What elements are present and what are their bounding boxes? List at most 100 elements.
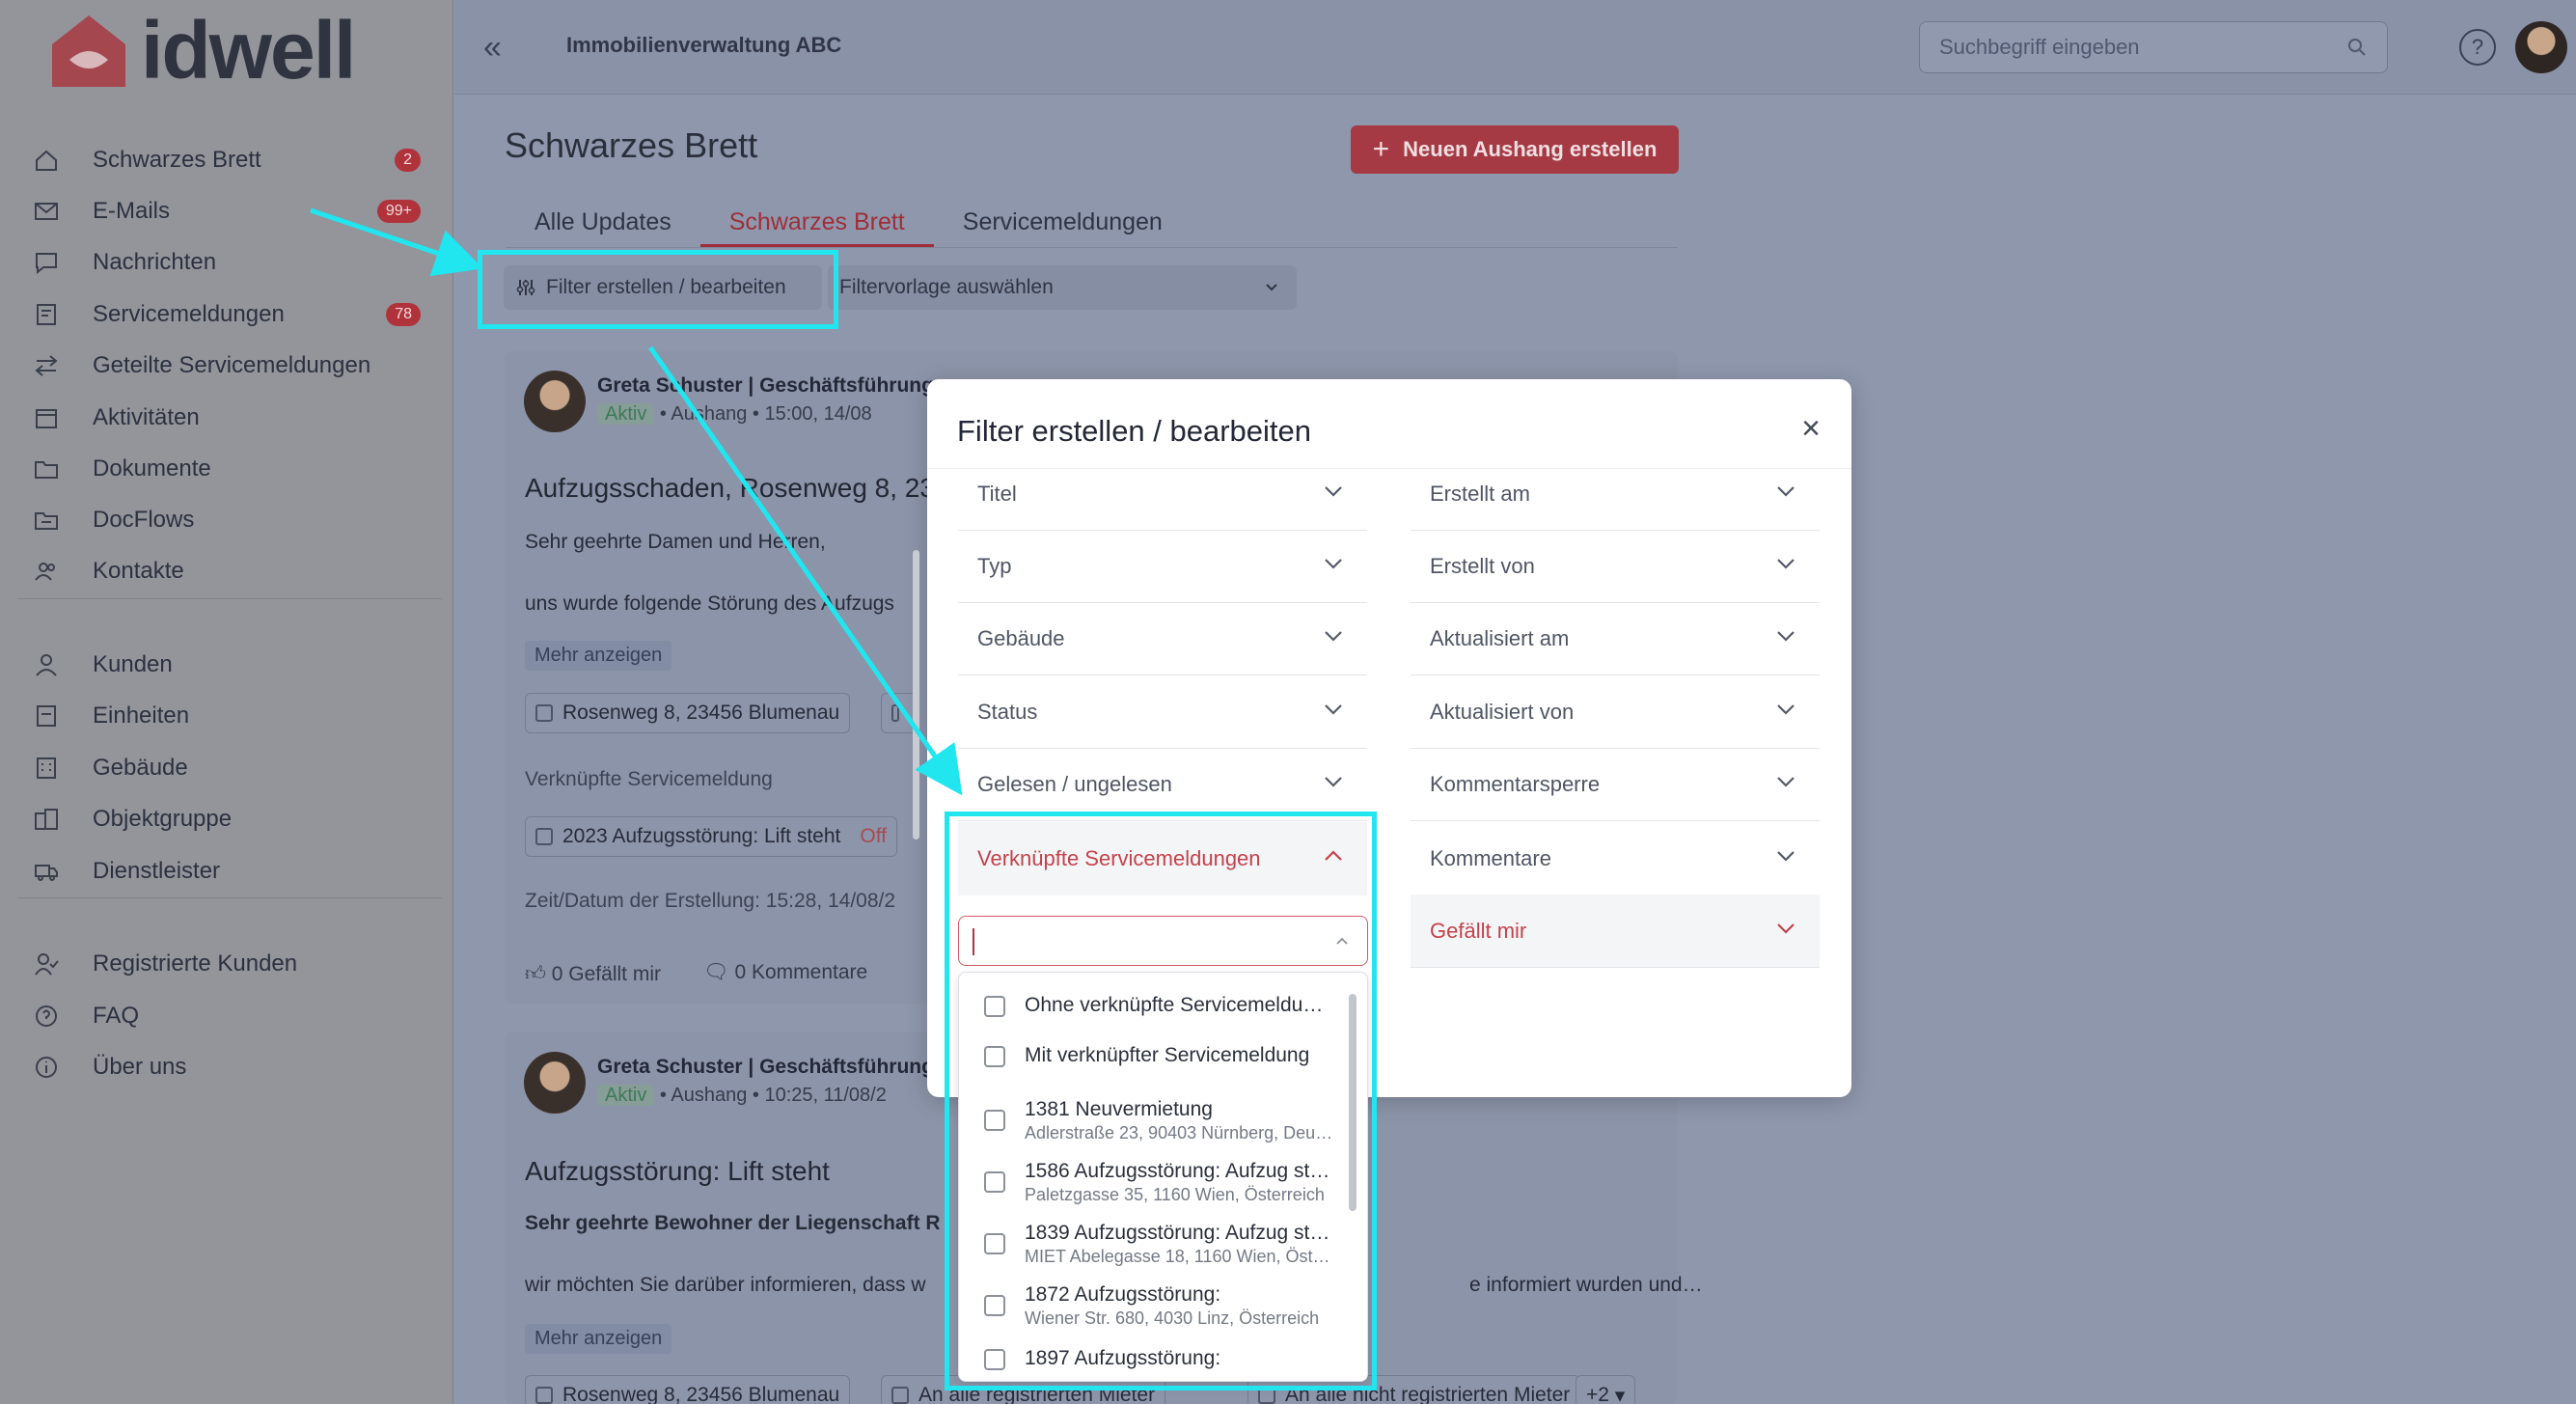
filter-row[interactable]: Kommentarsperre [1411,748,1820,821]
like-count: 0 Gefällt mir [551,963,661,985]
post-title[interactable]: Aufzugsschaden, Rosenweg 8, 23 [525,473,935,504]
sidebar-item-label: FAQ [93,1003,140,1029]
sidebar-item-gebäude[interactable]: Gebäude [29,747,434,789]
building-icon [535,704,553,722]
more-recipients-chip[interactable]: +2 ▾ [1576,1375,1636,1404]
service-report-icon [535,828,553,845]
building-icon [535,1387,553,1404]
sidebar-item-geteilte-servicemeldungen[interactable]: Geteilte Servicemeldungen [29,344,434,387]
post-text: e informiert wurden und… [1469,1274,1703,1296]
filter-row[interactable]: Erstellt von [1411,530,1820,603]
tabs: Alle Updates Schwarzes Brett Servicemeld… [506,203,1192,249]
post-title[interactable]: Aufzugsstörung: Lift steht [525,1156,830,1187]
help-icon[interactable]: ? [2459,29,2496,66]
sidebar-item-servicemeldungen[interactable]: Servicemeldungen 78 [29,293,434,336]
filter-row[interactable]: Gebäude [958,602,1367,675]
house-logo-icon [52,15,125,87]
filter-row[interactable]: Titel [958,457,1367,531]
filter-row[interactable]: Gelesen / ungelesen [958,748,1367,821]
post-type: Aushang [671,1085,748,1106]
brand-name: idwell [141,5,356,96]
sidebar-item-kontakte[interactable]: Kontakte [29,550,434,592]
close-icon[interactable]: × [1801,412,1821,445]
sidebar-item-über-uns[interactable]: Über uns [29,1046,434,1088]
org-name: Immobilienverwaltung ABC [566,33,842,57]
linked-service-chip[interactable]: 2023 Aufzugsstörung: Lift steht Off [525,816,897,857]
address-chip[interactable]: Rosenweg 8, 23456 Blumenau [525,1375,851,1404]
filter-label: Aktualisiert von [1430,699,1575,724]
user-icon [891,1387,909,1404]
address-label: Rosenweg 8, 23456 Blumenau [562,1384,840,1404]
filter-row[interactable]: Gefällt mir [1411,895,1820,968]
modal-title: Filter erstellen / bearbeiten [957,414,1312,448]
address-chip[interactable]: Rosenweg 8, 23456 Blumenau [525,693,851,733]
user-icon [891,704,899,722]
sidebar-divider [17,897,442,898]
linked-service-title: 2023 Aufzugsstörung: Lift steht [562,825,841,847]
user-avatar[interactable] [2515,21,2567,73]
sidebar-item-dienstleister[interactable]: Dienstleister [29,850,434,893]
sidebar-item-docflows[interactable]: DocFlows [29,499,434,541]
new-post-label: Neuen Aushang erstellen [1403,137,1658,161]
sidebar-item-registrierte-kunden[interactable]: Registrierte Kunden [29,943,434,985]
sidebar-item-faq[interactable]: FAQ [29,995,434,1037]
sidebar-item-objektgruppe[interactable]: Objektgruppe [29,798,434,840]
sidebar-item-aktivitäten[interactable]: Aktivitäten [29,397,434,439]
new-post-button[interactable]: + Neuen Aushang erstellen [1351,125,1679,174]
filter-label: Status [977,699,1038,724]
like-button[interactable]: 👍︎ 0 Gefällt mir [525,961,661,986]
linked-service-status: Off [860,825,887,847]
sidebar-item-label: Nachrichten [93,249,217,275]
show-more-button[interactable]: Mehr anzeigen [525,1324,672,1354]
user-check-icon [29,947,64,981]
sidebar-item-label: Servicemeldungen [93,301,285,327]
home-icon [29,143,64,178]
search-input[interactable] [1920,22,2325,72]
sidebar-item-label: Gebäude [93,755,188,781]
sidebar-item-schwarzes-brett[interactable]: Schwarzes Brett 2 [29,139,434,181]
info-icon [29,1050,64,1085]
sidebar-item-nachrichten[interactable]: Nachrichten [29,241,434,284]
filter-row[interactable]: Kommentare [1411,822,1820,895]
comment-count: 0 Kommentare [734,961,868,983]
filter-template-select[interactable]: Filtervorlage auswählen [828,265,1297,310]
annotation-highlight-filter-button [478,250,838,329]
docflow-folder-icon [29,503,64,537]
calendar-icon [29,400,64,435]
filter-label: Gelesen / ungelesen [977,771,1172,796]
filter-row[interactable]: Status [958,675,1367,749]
post-meta: Aktiv • Aushang • 15:00, 14/08 [597,403,872,426]
tab-all-updates[interactable]: Alle Updates [506,203,700,247]
sidebar-item-label: E-Mails [93,198,171,224]
count-badge: 78 [386,303,421,326]
filter-row[interactable]: Erstellt am [1411,457,1820,531]
sidebar-item-label: Objektgruppe [93,806,233,832]
count-badge: 2 [395,149,421,172]
status-badge: Aktiv [597,403,655,425]
filter-label: Erstellt am [1430,481,1530,506]
filter-row[interactable]: Aktualisiert von [1411,675,1820,749]
idwell-logo[interactable]: idwell [48,5,356,96]
modal-scrollbar[interactable] [913,550,919,840]
sidebar-item-einheiten[interactable]: Einheiten [29,695,434,737]
collapse-sidebar-icon[interactable]: « [483,29,502,67]
filter-label: Kommentarsperre [1430,771,1601,796]
show-more-button[interactable]: Mehr anzeigen [525,641,672,671]
filter-label: Gebäude [977,625,1065,650]
sidebar-divider [17,598,442,599]
filter-row[interactable]: Aktualisiert am [1411,602,1820,675]
post-actions: 👍︎ 0 Gefällt mir 🗨︎ 0 Kommentare [525,961,867,986]
comment-button[interactable]: 🗨︎ 0 Kommentare [703,961,867,986]
search-icon[interactable] [2346,37,2368,58]
tab-servicemeldungen[interactable]: Servicemeldungen [934,203,1192,247]
sidebar-item-dokumente[interactable]: Dokumente [29,448,434,490]
share-arrows-icon [29,348,64,383]
search-box[interactable] [1919,21,2388,73]
sidebar-item-kunden[interactable]: Kunden [29,644,434,686]
linked-service-label: Verknüpfte Servicemeldung [525,768,773,790]
tab-schwarzes-brett[interactable]: Schwarzes Brett [699,203,934,247]
sidebar-item-e-mails[interactable]: E-Mails 99+ [29,190,434,233]
plus-icon: + [1372,133,1390,165]
filter-row[interactable]: Typ [958,530,1367,603]
sidebar: idwell Schwarzes Brett 2 E-Mails 99+ Nachric… [0,0,453,1404]
